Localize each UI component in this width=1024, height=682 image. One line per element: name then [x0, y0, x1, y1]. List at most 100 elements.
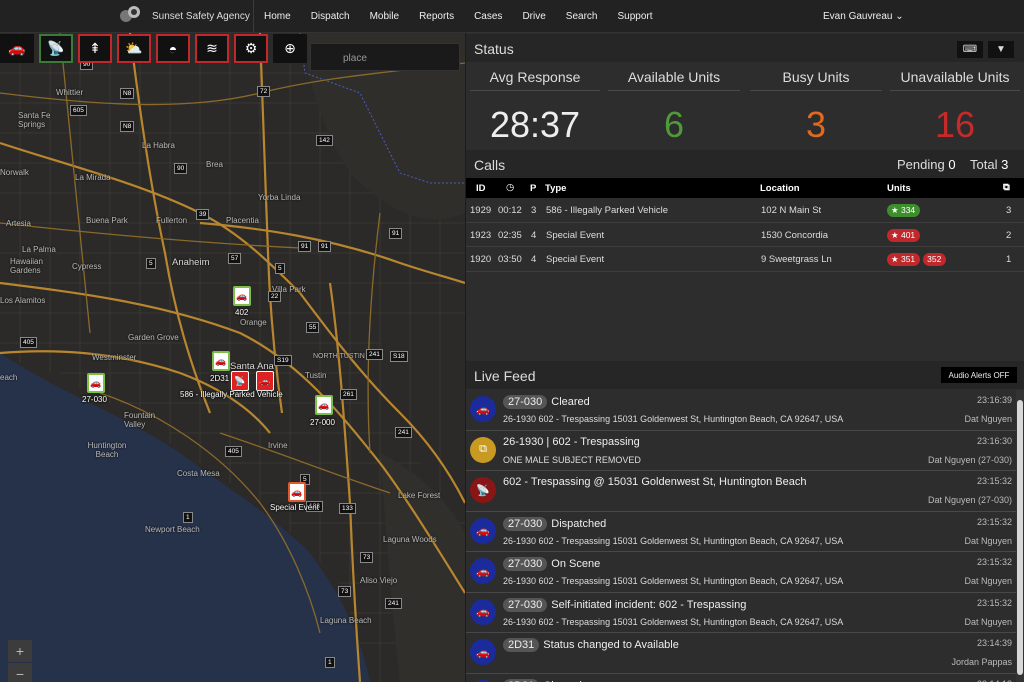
feed-item[interactable]: 🚗 2D31 Status changed to Available 23:14:39…: [466, 633, 1016, 674]
radio-tower-icon: 📡: [470, 477, 496, 503]
unit-badge[interactable]: ★ 334: [887, 204, 921, 217]
call-marker[interactable]: 📡: [231, 371, 249, 391]
feed-time: 23:14:39: [976, 638, 1012, 648]
call-row[interactable]: 1923 02:35 4 Special Event 1530 Concordia 2 ★ …: [466, 223, 1024, 247]
unit-pill[interactable]: 27-030: [503, 557, 548, 571]
unit-pill[interactable]: 27-030: [503, 597, 548, 612]
nav-cases[interactable]: Cases: [464, 0, 512, 33]
audio-alerts-toggle[interactable]: Audio Alerts OFF: [941, 367, 1017, 383]
call-units: ★ 351 352: [887, 253, 949, 266]
feed-item[interactable]: 📡 602 - Trespassing @ 15031 Goldenwest St…: [466, 471, 1016, 512]
calls-title: Calls: [474, 157, 506, 173]
map-tool-button[interactable]: ◓: [156, 34, 190, 63]
highway-shield: N8: [120, 88, 135, 99]
user-menu[interactable]: Evan Gauvreau ⌄: [823, 0, 904, 33]
keyboard-button[interactable]: ⌨: [957, 41, 983, 58]
keyboard-icon: ⌨: [962, 44, 978, 55]
zoom-in-button[interactable]: +: [8, 640, 32, 662]
call-location: 9 Sweetgrass Ln: [761, 254, 832, 265]
feed-item[interactable]: ⧉ 26-1930 | 602 - Trespassing ONE MALE SUB…: [466, 431, 1016, 471]
map-tool-button[interactable]: ⇞: [78, 34, 112, 63]
map-tool-button[interactable]: 🚗: [0, 34, 34, 63]
unit-badge[interactable]: ★ 401: [887, 228, 921, 242]
nav-search[interactable]: Search: [556, 0, 608, 33]
map-tool-button[interactable]: ⚙: [234, 34, 268, 63]
unit-pill[interactable]: 27-030: [503, 395, 548, 409]
unit-badge[interactable]: 352: [923, 253, 947, 266]
feed-title-text: Dispatched: [551, 517, 607, 530]
map-view[interactable]: Whittier Santa Fe Springs La Habra Brea …: [0, 33, 465, 682]
filter-button[interactable]: ▼: [988, 41, 1014, 58]
map-tool-button[interactable]: ⊕: [273, 34, 307, 63]
place-label: Costa Mesa: [177, 469, 220, 478]
feed-item[interactable]: 🚗 27-030 On Scene 26-1930 602 - Trespassing…: [466, 552, 1016, 593]
calls-table-header: ID ◷ P Type Location Units ⧉: [466, 178, 1024, 198]
unit-marker[interactable]: 🚗: [233, 286, 251, 306]
unit-badge[interactable]: ★ 351: [887, 253, 921, 266]
col-id[interactable]: ID: [476, 183, 486, 194]
unit-marker[interactable]: 🚗: [315, 395, 333, 415]
feed-item[interactable]: 🚗 27-030 Self-initiated incident: 602 - Tr…: [466, 593, 1016, 633]
live-feed-title: Live Feed: [474, 368, 536, 384]
highway-shield: 91: [389, 228, 403, 239]
nav-home[interactable]: Home: [254, 0, 301, 33]
call-unit-count: 3: [1006, 205, 1012, 216]
call-priority: 3: [531, 205, 537, 216]
feed-time: 23:16:30: [976, 435, 1012, 446]
unavailable-units-value: 16: [934, 104, 976, 145]
highway-shield: 241: [385, 598, 402, 609]
note-icon: ⧉: [470, 436, 496, 463]
nav-reports[interactable]: Reports: [409, 0, 464, 33]
nav-drive[interactable]: Drive: [512, 0, 555, 33]
feed-item[interactable]: 🚗2D31Cleared23:14:18: [466, 674, 1016, 682]
zoom-out-button[interactable]: −: [8, 663, 32, 682]
live-feed-list[interactable]: 🚗 27-030 Cleared 26-1930 602 - Trespassing …: [466, 390, 1016, 682]
nav-mobile[interactable]: Mobile: [360, 0, 409, 33]
nav-support[interactable]: Support: [607, 0, 662, 33]
call-type: Special Event: [546, 254, 605, 265]
map-tool-button[interactable]: ≋: [195, 34, 229, 63]
unit-pill[interactable]: 27-030: [503, 516, 548, 531]
scrollbar-thumb[interactable]: [1017, 400, 1023, 675]
col-type[interactable]: Type: [545, 183, 566, 194]
highway-shield: 22: [268, 291, 282, 302]
feed-item[interactable]: 🚗 27-030 Dispatched 26-1930 602 - Trespassi…: [466, 512, 1016, 552]
col-priority[interactable]: P: [530, 183, 536, 194]
unit-pill[interactable]: 2D31: [503, 678, 540, 682]
col-units[interactable]: Units: [887, 183, 911, 194]
total-value: 3: [1001, 157, 1009, 172]
unit-pill[interactable]: 2D31: [503, 638, 540, 652]
map-tool-button[interactable]: ⛅: [117, 34, 151, 63]
map-tool-button[interactable]: 📡: [39, 34, 73, 63]
call-marker[interactable]: 🚗: [256, 371, 274, 391]
call-row[interactable]: 1920 03:50 4 Special Event 9 Sweetgrass Ln 1 ★…: [466, 247, 1024, 272]
unit-marker[interactable]: 🚗: [87, 373, 105, 393]
car-icon: 🚗: [470, 558, 496, 584]
busy-units-value: 3: [805, 104, 827, 145]
call-marker[interactable]: 🚗: [288, 482, 306, 502]
map-search-input[interactable]: place: [310, 43, 460, 71]
call-marker-label: 586 - Illegally Parked Vehicle: [180, 390, 283, 399]
top-navbar: Sunset Safety Agency Home Dispatch Mobil…: [0, 0, 1024, 33]
feed-item[interactable]: 🚗 27-030 Cleared 26-1930 602 - Trespassing …: [466, 390, 1016, 431]
highway-shield: 72: [257, 86, 271, 97]
main-nav: Home Dispatch Mobile Reports Cases Drive…: [254, 0, 663, 33]
place-label: Laguna Woods: [383, 535, 437, 544]
call-row[interactable]: 1929 00:12 3 586 - Illegally Parked Vehicle…: [466, 198, 1024, 223]
highway-shield: 73: [338, 586, 352, 597]
brand[interactable]: Sunset Safety Agency: [120, 0, 254, 33]
unit-marker[interactable]: 🚗: [212, 351, 230, 371]
feed-scrollbar[interactable]: [1016, 390, 1024, 682]
place-label: NORTH TUSTIN: [313, 353, 365, 360]
unit-marker-label: 27-030: [82, 395, 107, 404]
feed-title-text: Cleared: [551, 396, 590, 408]
total-label: Total: [970, 157, 998, 172]
clock-icon[interactable]: ◷: [506, 182, 514, 193]
highway-shield: 57: [228, 253, 242, 264]
feed-user: Dat Nguyen: [964, 414, 1012, 424]
col-location[interactable]: Location: [760, 183, 800, 194]
feed-title: 2D31Cleared: [503, 678, 582, 682]
copy-icon[interactable]: ⧉: [1003, 182, 1010, 193]
place-label: La Habra: [142, 141, 175, 150]
nav-dispatch[interactable]: Dispatch: [301, 0, 360, 33]
